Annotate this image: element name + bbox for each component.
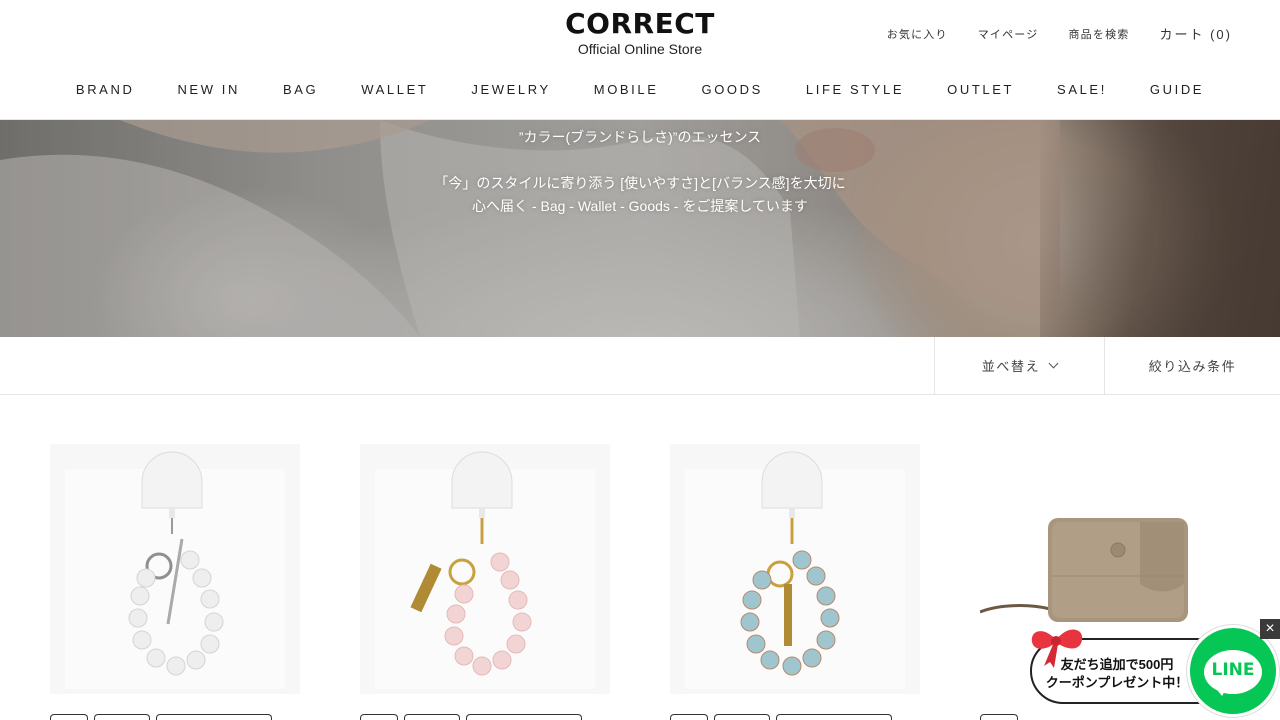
search-link[interactable]: 商品を検索 [1068, 26, 1129, 42]
main-nav: BRAND NEW IN BAG WALLET JEWELRY MOBILE G… [0, 82, 1280, 97]
utility-nav: お気に入り マイページ 商品を検索 カート (0) [887, 24, 1232, 43]
hero-overlay [0, 120, 1280, 337]
product-image[interactable] [360, 444, 610, 694]
line-coupon-text[interactable]: 友だち追加で500円 クーポンプレゼント中！ [1042, 656, 1192, 692]
nav-item-guide[interactable]: GUIDE [1150, 82, 1204, 97]
filter-label: 絞り込み条件 [1148, 359, 1237, 374]
product-card[interactable] [670, 444, 920, 720]
cart-link[interactable]: カート (0) [1159, 24, 1232, 43]
tag [714, 714, 770, 720]
tag [980, 714, 1018, 720]
tag [670, 714, 708, 720]
nav-item-bag[interactable]: BAG [283, 82, 318, 97]
product-image[interactable] [670, 444, 920, 694]
sort-label: 並べ替え [981, 359, 1041, 374]
nav-item-brand[interactable]: BRAND [76, 82, 135, 97]
nav-item-mobile[interactable]: MOBILE [594, 82, 659, 97]
store-logo[interactable]: CORRECT Official Online Store [540, 7, 740, 58]
logo-title: CORRECT [565, 7, 715, 40]
filter-button[interactable]: 絞り込み条件 [1104, 337, 1280, 394]
hero-text-line3: 心へ届く - Bag - Wallet - Goods - をご提案しています [472, 198, 808, 214]
line-logo-text: LINE [1211, 660, 1255, 680]
tag [776, 714, 892, 720]
nav-item-life-style[interactable]: LIFE STYLE [806, 82, 904, 97]
hero-text-line2: 「今」のスタイルに寄り添う [使いやすさ]と[バランス感]を大切に [434, 175, 846, 191]
collection-toolbar: 並べ替え 絞り込み条件 [0, 337, 1280, 395]
nav-item-sale[interactable]: SALE! [1057, 82, 1107, 97]
nav-item-goods[interactable]: GOODS [702, 82, 763, 97]
tag [360, 714, 398, 720]
phone-strap-image [375, 451, 595, 689]
phone-strap-image [65, 451, 285, 689]
line-coupon-line1: 友だち追加で500円 [1060, 657, 1174, 672]
logo-subtitle: Official Online Store [577, 41, 703, 57]
nav-item-new-in[interactable]: NEW IN [177, 82, 240, 97]
line-chat-bubble-tail [1214, 686, 1228, 696]
chevron-down-icon [1048, 358, 1059, 369]
sort-button[interactable]: 並べ替え [934, 337, 1104, 394]
product-tags [980, 714, 1018, 720]
tag [466, 714, 582, 720]
tag [94, 714, 150, 720]
hero-banner: ”カラー(ブランドらしさ)”のエッセンス 「今」のスタイルに寄り添う [使いやす… [0, 120, 1280, 337]
product-card[interactable] [360, 444, 610, 720]
mypage-link[interactable]: マイページ [978, 26, 1039, 42]
product-tags [50, 714, 272, 720]
hero-text-line1: ”カラー(ブランドらしさ)”のエッセンス [518, 129, 762, 145]
line-coupon-line2: クーポンプレゼント中！ [1045, 675, 1189, 690]
product-card[interactable] [50, 444, 300, 720]
nav-item-outlet[interactable]: OUTLET [947, 82, 1014, 97]
product-image[interactable] [50, 444, 300, 694]
close-icon[interactable]: × [1260, 619, 1280, 639]
tag [404, 714, 460, 720]
product-tags [670, 714, 892, 720]
phone-strap-image [685, 451, 905, 689]
site-header: CORRECT Official Online Store お気に入り マイペー… [0, 0, 1280, 120]
nav-item-wallet[interactable]: WALLET [361, 82, 428, 97]
tag [156, 714, 272, 720]
product-tags [360, 714, 582, 720]
favorites-link[interactable]: お気に入り [887, 26, 948, 42]
tag [50, 714, 88, 720]
nav-item-jewelry[interactable]: JEWELRY [471, 82, 550, 97]
